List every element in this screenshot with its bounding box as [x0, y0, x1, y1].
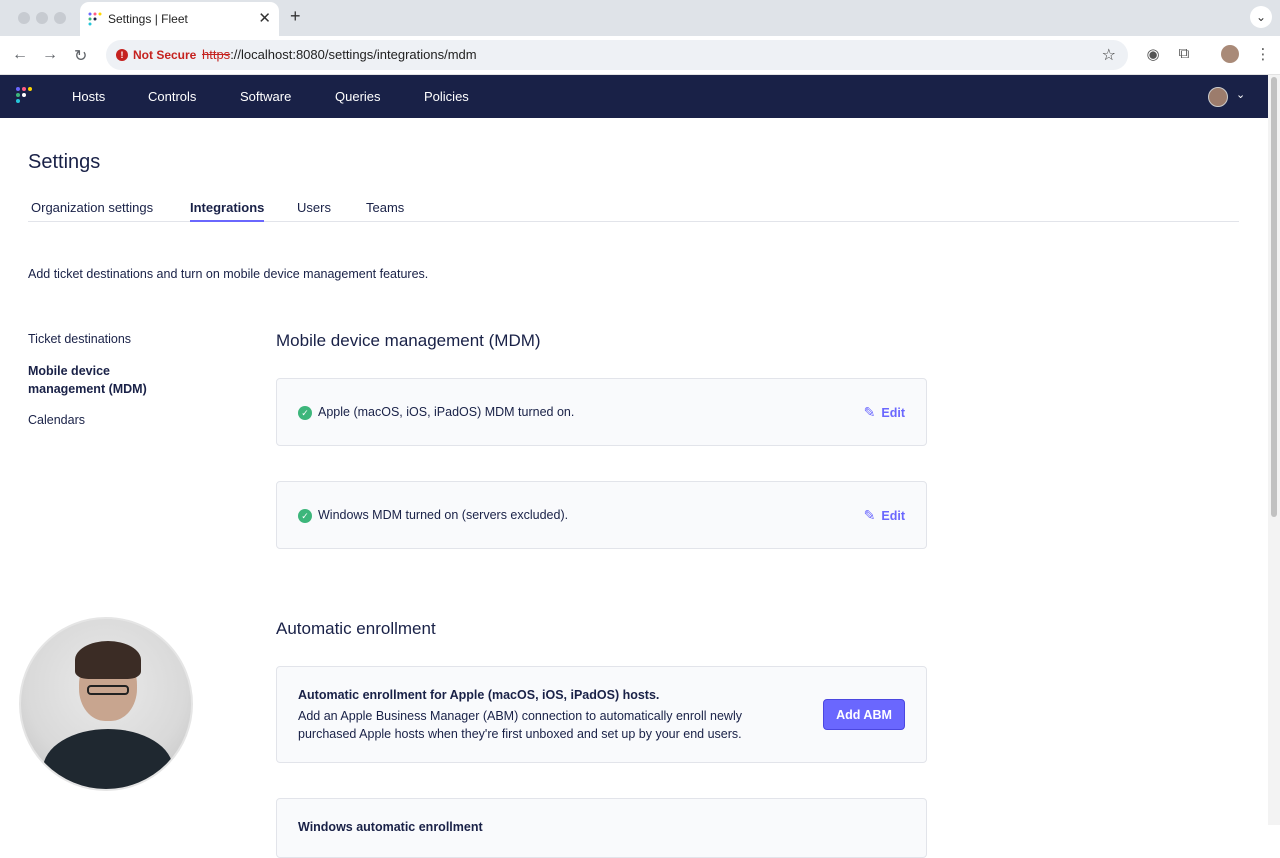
chevron-down-icon[interactable]: ⌄ [1236, 88, 1245, 101]
browser-tab[interactable]: Settings | Fleet ✕ [80, 2, 279, 36]
extension-icon[interactable]: ◉ [1143, 45, 1163, 65]
windows-enrollment-heading: Windows automatic enrollment [298, 820, 483, 834]
page-title: Settings [28, 151, 101, 173]
apple-abm-card: Automatic enrollment for Apple (macOS, i… [276, 666, 927, 763]
puzzle-extensions-icon[interactable]: ⧉ [1174, 45, 1194, 65]
address-bar[interactable]: ! Not Secure https://localhost:8080/sett… [106, 40, 1128, 70]
nav-controls[interactable]: Controls [148, 89, 196, 104]
not-secure-label: Not Secure [133, 48, 197, 62]
check-circle-icon: ✓ [298, 509, 312, 523]
pencil-icon: ✎ [863, 507, 876, 523]
apple-mdm-status: Apple (macOS, iOS, iPadOS) MDM turned on… [318, 405, 575, 419]
edit-label: Edit [881, 405, 905, 420]
nav-policies[interactable]: Policies [424, 89, 469, 104]
tab-organization-settings[interactable]: Organization settings [31, 200, 153, 215]
apple-mdm-card: ✓ Apple (macOS, iOS, iPadOS) MDM turned … [276, 378, 927, 446]
webcam-overlay [19, 617, 193, 791]
tab-close-icon[interactable]: ✕ [258, 9, 271, 27]
user-avatar[interactable] [1208, 87, 1228, 107]
scrollbar-thumb[interactable] [1271, 77, 1277, 517]
tab-title: Settings | Fleet [108, 12, 188, 26]
new-tab-button[interactable]: + [290, 6, 301, 27]
edit-label: Edit [881, 508, 905, 523]
browser-toolbar: ← → ↻ ! Not Secure https://localhost:808… [0, 36, 1280, 75]
nav-queries[interactable]: Queries [335, 89, 381, 104]
fleet-favicon-icon [88, 12, 102, 26]
browser-tabstrip: Settings | Fleet ✕ + ⌄ [0, 0, 1280, 36]
sidenav-mdm[interactable]: Mobile device management (MDM) [28, 362, 168, 398]
apple-mdm-edit-button[interactable]: ✎ Edit [864, 404, 905, 421]
apple-abm-description: Add an Apple Business Manager (ABM) conn… [298, 709, 742, 741]
app-navbar: Hosts Controls Software Queries Policies… [0, 75, 1268, 118]
check-circle-icon: ✓ [298, 406, 312, 420]
not-secure-badge[interactable]: ! Not Secure [113, 45, 204, 65]
window-close-control[interactable] [18, 12, 30, 24]
warning-icon: ! [116, 49, 128, 61]
presenter-glasses [87, 685, 129, 695]
windows-mdm-card: ✓ Windows MDM turned on (servers exclude… [276, 481, 927, 549]
settings-tabs: Organization settings Integrations Users… [28, 200, 1239, 222]
window-zoom-control[interactable] [54, 12, 66, 24]
back-arrow-icon[interactable]: ← [12, 46, 28, 64]
sidenav-ticket-destinations[interactable]: Ticket destinations [28, 330, 131, 348]
mdm-section-title: Mobile device management (MDM) [276, 331, 541, 350]
reload-icon[interactable]: ↻ [74, 46, 87, 66]
tab-integrations[interactable]: Integrations [190, 200, 265, 222]
tab-users[interactable]: Users [297, 200, 331, 215]
sidenav-calendars[interactable]: Calendars [28, 411, 85, 429]
enrollment-section-title: Automatic enrollment [276, 619, 436, 638]
presenter-body [43, 729, 173, 789]
fleet-logo-icon[interactable] [16, 87, 36, 107]
nav-hosts[interactable]: Hosts [72, 89, 105, 104]
profile-avatar[interactable] [1221, 45, 1239, 63]
window-minimize-control[interactable] [36, 12, 48, 24]
windows-mdm-edit-button[interactable]: ✎ Edit [864, 507, 905, 524]
bookmark-star-icon[interactable]: ☆ [1102, 45, 1116, 65]
forward-arrow-icon[interactable]: → [42, 46, 58, 64]
url-protocol: https [202, 47, 231, 62]
browser-menu-icon[interactable]: ⋮ [1253, 45, 1273, 65]
apple-abm-heading: Automatic enrollment for Apple (macOS, i… [298, 688, 660, 702]
add-abm-button[interactable]: Add ABM [823, 699, 905, 730]
windows-mdm-status: Windows MDM turned on (servers excluded)… [318, 508, 569, 522]
nav-software[interactable]: Software [240, 89, 291, 104]
tab-teams[interactable]: Teams [366, 200, 404, 215]
presenter-hair [75, 641, 141, 679]
url-text[interactable]: https://localhost:8080/settings/integrat… [202, 47, 477, 62]
url-path: ://localhost:8080/settings/integrations/… [230, 47, 477, 62]
pencil-icon: ✎ [863, 404, 876, 420]
tab-search-chevron-icon[interactable]: ⌄ [1250, 6, 1272, 28]
integrations-intro: Add ticket destinations and turn on mobi… [28, 267, 429, 281]
windows-enrollment-card: Windows automatic enrollment [276, 798, 927, 858]
page-scrollbar[interactable] [1268, 75, 1280, 825]
